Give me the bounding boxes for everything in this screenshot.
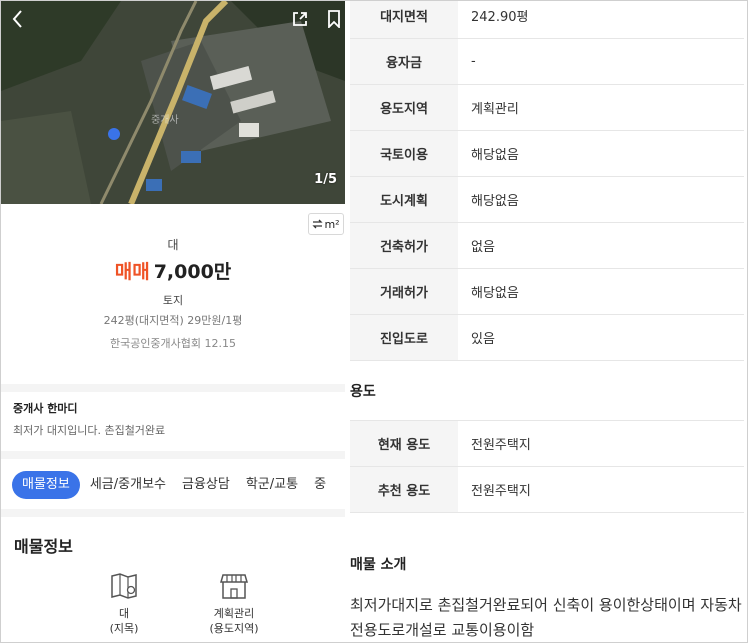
row-label: 대지면적 — [350, 1, 458, 38]
feature-land-label: (지목) — [109, 622, 139, 635]
land-type: 대 — [167, 238, 179, 252]
detail-tabs: 매물정보 세금/중개보수 금융상담 학군/교통 중 — [1, 467, 345, 503]
agency-info: 한국공인중개사협회 12.15 — [109, 337, 237, 350]
row-label: 추천 용도 — [350, 467, 458, 512]
row-value: 해당없음 — [471, 148, 519, 163]
back-button[interactable] — [7, 8, 29, 30]
row-value: 전원주택지 — [471, 484, 531, 499]
row-label: 진입도로 — [350, 315, 458, 360]
row-label: 국토이용 — [350, 131, 458, 176]
bookmark-icon — [328, 10, 340, 28]
agent-comment-message: 최저가 대지입니다. 촌집철거완료 — [13, 424, 166, 437]
row-label: 건축허가 — [350, 223, 458, 268]
row-label: 현재 용도 — [350, 421, 458, 466]
listing-summary-panel: 중개사 1/5 m² 대 매매 7,000만 토지 242평(대지면적) 29만원… — [1, 1, 345, 642]
app-frame: 중개사 1/5 m² 대 매매 7,000만 토지 242평(대지면적) 29만원… — [0, 0, 748, 643]
feature-land-category: 대 (지목) — [84, 571, 164, 636]
table-row: 건축허가 없음 — [350, 223, 744, 269]
usage-title: 용도 — [350, 384, 376, 400]
agent-comment-title: 중개사 한마디 — [13, 402, 78, 415]
row-value: 없음 — [471, 240, 495, 255]
table-row: 도시계획 해당없음 — [350, 177, 744, 223]
row-label: 도시계획 — [350, 177, 458, 222]
table-row: 추천 용도 전원주택지 — [350, 467, 744, 513]
table-row: 거래허가 해당없음 — [350, 269, 744, 315]
intro-text: 최저가대지로 촌집철거완료되어 신축이 용이한상태이며 자동차전용도로개설로 교… — [350, 596, 742, 639]
feature-zoning-value: 계획관리 — [213, 607, 255, 620]
tab-more[interactable]: 중 — [306, 471, 334, 499]
intro-title: 매물 소개 — [350, 557, 407, 573]
bookmark-button[interactable] — [323, 8, 345, 30]
photo-viewer[interactable]: 중개사 1/5 — [1, 1, 345, 204]
row-value: 전원주택지 — [471, 438, 531, 453]
feature-zoning-label: (용도지역) — [209, 622, 259, 635]
land-map-icon — [111, 573, 137, 599]
listing-info-title: 매물정보 — [14, 537, 73, 556]
table-row: 현재 용도 전원주택지 — [350, 421, 744, 467]
property-category: 토지 — [162, 294, 184, 307]
table-row: 진입도로 있음 — [350, 315, 744, 361]
tab-school-transport[interactable]: 학군/교통 — [238, 471, 306, 499]
agent-comment: 중개사 한마디 최저가 대지입니다. 촌집철거완료 — [13, 402, 165, 438]
tab-tax-fee[interactable]: 세금/중개보수 — [82, 471, 174, 499]
table-row: 대지면적 242.90평 — [350, 1, 744, 39]
unit-toggle-label: m² — [324, 217, 340, 231]
row-value: 해당없음 — [471, 286, 519, 301]
chevron-left-icon — [12, 10, 22, 28]
row-value: - — [471, 54, 476, 69]
satellite-photo: 중개사 — [1, 1, 345, 204]
svg-text:중개사: 중개사 — [151, 114, 179, 126]
table-row: 국토이용 해당없음 — [350, 131, 744, 177]
share-icon — [293, 12, 307, 26]
price-summary: 대 매매 7,000만 토지 242평(대지면적) 29만원/1평 한국공인중개사… — [1, 237, 345, 351]
feature-land-value: 대 — [118, 607, 130, 620]
feature-zoning: 계획관리 (용도지역) — [194, 571, 274, 636]
row-label: 융자금 — [350, 39, 458, 84]
share-button[interactable] — [289, 8, 311, 30]
section-divider — [1, 384, 345, 392]
photo-counter: 1/5 — [314, 172, 337, 187]
section-divider — [1, 451, 345, 459]
land-info-table: 대지면적 242.90평 융자금 - 용도지역 계획관리 국토이용 해당없음 도시계획 해… — [350, 1, 744, 361]
deal-type: 매매 — [114, 261, 150, 283]
table-row: 융자금 - — [350, 39, 744, 85]
row-label: 거래허가 — [350, 269, 458, 314]
price: 7,000만 — [153, 261, 232, 283]
tab-listing-info[interactable]: 매물정보 — [12, 471, 80, 499]
area-info: 242평(대지면적) 29만원/1평 — [103, 314, 243, 327]
swap-icon — [312, 219, 324, 229]
row-value: 해당없음 — [471, 194, 519, 209]
row-label: 용도지역 — [350, 85, 458, 130]
row-value: 242.90평 — [471, 10, 529, 25]
price-line: 매매 7,000만 — [1, 260, 345, 284]
usage-table: 현재 용도 전원주택지 추천 용도 전원주택지 — [350, 420, 744, 513]
listing-detail-panel: 대지면적 242.90평 융자금 - 용도지역 계획관리 국토이용 해당없음 도시계획 해… — [345, 1, 747, 642]
tab-finance[interactable]: 금융상담 — [174, 471, 238, 499]
section-divider — [1, 509, 345, 517]
table-row: 용도지역 계획관리 — [350, 85, 744, 131]
row-value: 계획관리 — [471, 102, 519, 117]
unit-toggle-button[interactable]: m² — [308, 213, 344, 235]
row-value: 있음 — [471, 332, 495, 347]
store-icon — [220, 574, 248, 599]
